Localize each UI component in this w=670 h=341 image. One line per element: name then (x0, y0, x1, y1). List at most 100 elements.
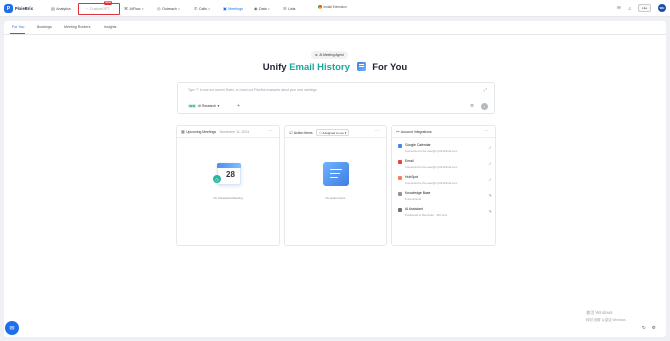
card-header: ⚯ Account Integrations (396, 129, 432, 135)
plan-pill[interactable]: Lite (638, 4, 651, 12)
app-logo[interactable]: P PixieBrix (4, 4, 33, 13)
nav-analytics[interactable]: ▤ Analytics (51, 5, 71, 12)
upcoming-meetings-card: ▦ Upcoming Meetings November 11, 2024 ··… (176, 125, 280, 246)
check-icon[interactable]: ✓ (489, 145, 492, 150)
empty-state-text: No Scheduled Meeting (213, 196, 243, 200)
meeting-icon: ▣ (223, 6, 227, 11)
nav-outreach[interactable]: ◎ Outreach ▾ (157, 5, 180, 12)
nav-data[interactable]: ◉ Data ▾ (254, 5, 270, 12)
knowledge-base-icon (398, 192, 402, 196)
chevron-down-icon: ▾ (208, 6, 210, 11)
hero-title: Unify Email History For You (4, 62, 666, 73)
hubspot-icon (398, 176, 402, 180)
nav-calls[interactable]: ✆ Calls ▾ (194, 5, 210, 12)
integration-name: AI Assistant (405, 207, 423, 211)
tab-bookings[interactable]: Bookings (37, 25, 52, 29)
integration-row[interactable]: Email Connected to the.user@mythirdcloud… (398, 159, 492, 172)
nav-meetings[interactable]: ▣ Meetings (223, 5, 243, 12)
hero-suffix: For You (372, 62, 408, 73)
new-badge: New (104, 1, 113, 5)
integration-status: 6 documents (405, 197, 422, 201)
integration-row[interactable]: Google Calendar Connected to the.user@my… (398, 143, 492, 156)
calendar-header (217, 163, 241, 168)
robot-icon: ⚙ (315, 53, 318, 57)
edit-icon[interactable]: ✎ (489, 193, 492, 198)
chevron-down-icon: ▾ (178, 6, 180, 11)
calendar-illustration: 28 ◷ (213, 160, 242, 187)
bell-icon[interactable]: ♫ (628, 6, 631, 11)
chat-button[interactable]: ✉ (5, 321, 19, 335)
integration-status: Connected to the.user@mythirdcloud.com (405, 181, 458, 185)
tab-bar: For You Bookings Meeting Routers Insight… (4, 21, 666, 35)
settings-icon[interactable]: ⚙ (652, 325, 656, 331)
assistant-icon (398, 208, 402, 212)
book-icon (356, 62, 366, 71)
tab-for-you[interactable]: For You (12, 25, 24, 29)
card-header: ☑ Action Items ⚇ Assigned to me ▾ (289, 129, 350, 137)
main-panel: For You Bookings Meeting Routers Insight… (4, 21, 666, 337)
integration-status: Positioned to Reminder · 3M mins (405, 213, 448, 217)
expand-icon[interactable]: ⤢ (484, 87, 487, 92)
empty-state-text: No action items (325, 196, 346, 200)
add-icon[interactable]: + (237, 103, 240, 109)
edit-icon[interactable]: ✎ (489, 209, 492, 214)
tab-insights[interactable]: Insights (104, 25, 116, 29)
card-title: Action Items (293, 130, 313, 135)
top-right-tools: ✉ ♫ Lite WH (617, 4, 666, 12)
nav-lists[interactable]: ☰ Lists (283, 5, 295, 12)
integration-status: Connected to the.user@mythirdcloud.com (405, 165, 458, 169)
more-icon[interactable]: ··· (375, 128, 381, 133)
more-icon[interactable]: ··· (268, 128, 274, 133)
nav-aiflow-label: AIFlow (129, 6, 141, 11)
nav-aiflow[interactable]: ⌘ AIFlow ▾ (124, 5, 144, 12)
avatar[interactable]: WH (658, 4, 666, 12)
nav-customgpt[interactable]: ✧ CustomGPT (85, 5, 110, 12)
watermark-sub: 转到"设置"以激活 Windows (586, 318, 626, 322)
more-icon[interactable]: ··· (484, 128, 490, 133)
check-icon[interactable]: ✓ (489, 161, 492, 166)
settings-icon[interactable]: ⚙ (470, 103, 474, 109)
install-extension-label: Install Extension (323, 5, 347, 9)
prompt-box[interactable]: Type "/" to use our current Rules, or ch… (177, 82, 495, 114)
card-title: Upcoming Meetings (186, 129, 217, 134)
ai-research-label: AI Research (197, 104, 217, 108)
divider (392, 137, 495, 138)
logo-icon: P (4, 4, 13, 13)
windows-activation-watermark: 激活 Windows 转到"设置"以激活 Windows (586, 310, 626, 322)
send-button[interactable]: ↑ (481, 103, 488, 110)
phone-icon: ✆ (194, 6, 198, 11)
integration-row[interactable]: HubSpot Connected to the.user@mythirdclo… (398, 175, 492, 188)
calendar-day: 28 (226, 170, 235, 179)
checklist-icon: ☑ (289, 131, 293, 136)
flow-icon: ⌘ (124, 6, 128, 11)
install-extension-button[interactable]: Install Extension (318, 5, 347, 9)
watermark-title: 激活 Windows (586, 310, 613, 315)
prompt-input[interactable]: Type "/" to use our current Rules, or ch… (188, 88, 317, 92)
email-icon (398, 160, 402, 164)
new-chip: NEW (188, 104, 197, 108)
integration-name: Knowledge Base (405, 191, 431, 195)
chevron-down-icon: ▾ (217, 104, 220, 108)
integration-name: Google Calendar (405, 143, 431, 147)
nav-outreach-label: Outreach (162, 6, 177, 11)
inbox-icon[interactable]: ✉ (617, 5, 621, 11)
bar-chart-icon: ▤ (51, 6, 55, 11)
integration-row[interactable]: Knowledge Base 6 documents ✎ (398, 191, 492, 204)
nav-analytics-label: Analytics (56, 6, 71, 11)
tab-meeting-routers[interactable]: Meeting Routers (64, 25, 90, 29)
top-nav-bar: P PixieBrix ▤ Analytics ✧ CustomGPT New … (0, 0, 670, 17)
integration-name: Email (405, 159, 414, 163)
sparkle-icon: ✧ (85, 6, 89, 11)
history-icon[interactable]: ↻ (642, 325, 646, 331)
integration-status: Connected to the.user@mythirdcloud.com (405, 149, 458, 153)
nav-lists-label: Lists (288, 6, 296, 11)
calendar-icon: ▦ (181, 130, 185, 134)
ai-research-selector[interactable]: NEW AI Research ▾ (188, 104, 219, 108)
integration-row[interactable]: AI Assistant Positioned to Reminder · 3M… (398, 207, 492, 220)
hero-prefix: Unify (262, 62, 287, 73)
assignee-dropdown[interactable]: ⚇ Assigned to me ▾ (316, 129, 350, 137)
check-icon[interactable]: ✓ (489, 177, 492, 182)
document-illustration (323, 162, 349, 186)
agent-pill: ⚙ AI Meeting Agent (311, 51, 348, 59)
hero-accent: Email History (289, 62, 350, 73)
